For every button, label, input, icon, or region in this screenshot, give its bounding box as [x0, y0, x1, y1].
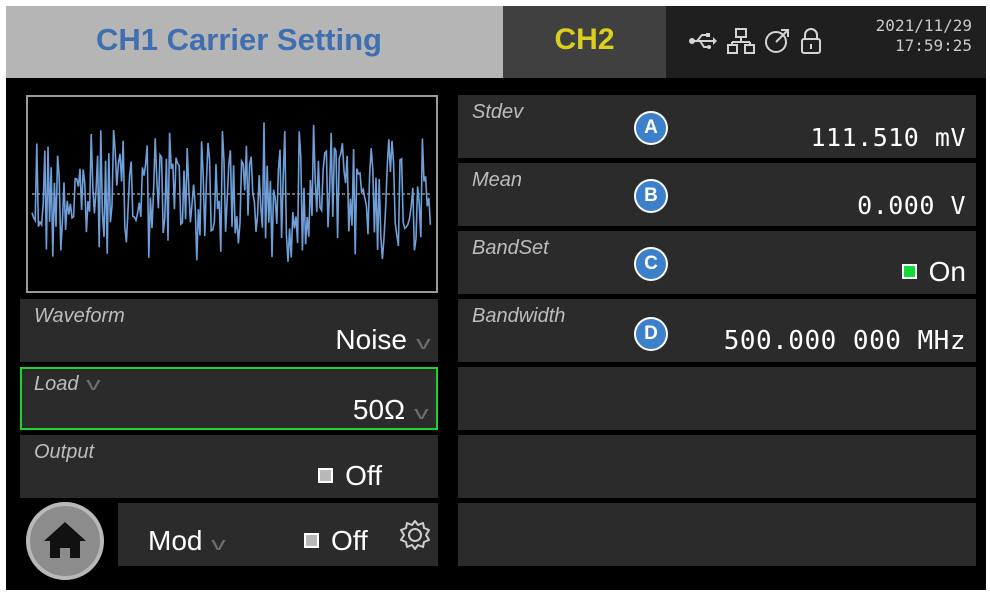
- badge-a: A: [634, 111, 668, 145]
- mod-selector[interactable]: Mod v: [148, 525, 227, 557]
- output-label: Output: [34, 441, 95, 463]
- lock-icon: [796, 26, 826, 56]
- stdev-label: Stdev: [472, 101, 524, 123]
- screen: CH1 Carrier Setting CH2 2021/11/29 17:59…: [6, 6, 986, 590]
- mod-checkbox[interactable]: [304, 533, 319, 549]
- status-bar: 2021/11/29 17:59:25: [666, 6, 986, 78]
- bandset-value-text: On: [928, 256, 966, 287]
- date-text: 2021/11/29: [875, 16, 972, 35]
- load-label: Load: [34, 373, 79, 395]
- stdev-value: 111.510 mV: [810, 123, 966, 152]
- waveform-value-text: Noise: [335, 324, 407, 355]
- waveform-value: Noise v: [335, 324, 431, 356]
- chevron-down-icon: v: [416, 333, 431, 353]
- empty-slot-2: [458, 435, 976, 498]
- noise-trace: [31, 122, 432, 262]
- waveform-preview: [26, 95, 438, 293]
- bandwidth-label: Bandwidth: [472, 305, 566, 327]
- load-selector[interactable]: Load v 50Ω v: [20, 367, 438, 430]
- badge-d: D: [634, 317, 668, 351]
- tab-ch2[interactable]: CH2: [503, 6, 666, 78]
- bandset-toggle[interactable]: BandSet C On: [458, 231, 976, 294]
- bandset-value: On: [901, 256, 966, 288]
- home-icon: [44, 522, 86, 558]
- network-icon: [726, 26, 756, 56]
- bandwidth-value: 500.000 000 MHz: [723, 326, 966, 356]
- bandwidth-field[interactable]: Bandwidth D 500.000 000 MHz: [458, 299, 976, 362]
- gear-icon[interactable]: [398, 518, 432, 560]
- load-value: 50Ω v: [352, 394, 429, 426]
- noise-waveform: [31, 122, 432, 262]
- stdev-field[interactable]: Stdev A 111.510 mV: [458, 95, 976, 158]
- mean-value: 0.000 V: [857, 191, 966, 220]
- output-value: Off: [318, 460, 382, 492]
- chevron-down-icon: v: [85, 374, 101, 394]
- waveform-label: Waveform: [34, 305, 125, 327]
- badge-c: C: [634, 247, 668, 281]
- mean-field[interactable]: Mean B 0.000 V: [458, 163, 976, 226]
- output-toggle[interactable]: Output Off: [20, 435, 438, 498]
- output-value-text: Off: [345, 460, 382, 491]
- page-title: CH1 Carrier Setting: [96, 22, 382, 57]
- waveform-selector[interactable]: Waveform Noise v: [20, 299, 438, 362]
- load-label-wrap: Load v: [34, 373, 101, 396]
- time-text: 17:59:25: [894, 36, 972, 55]
- badge-b: B: [634, 179, 668, 213]
- chevron-down-icon: v: [414, 403, 429, 423]
- carrier-setting-header: CH1 Carrier Setting: [6, 6, 503, 78]
- empty-slot-3: [458, 503, 976, 566]
- ch2-label: CH2: [554, 23, 615, 56]
- datetime: 2021/11/29 17:59:25: [876, 16, 972, 56]
- mod-value-text: Off: [331, 525, 368, 556]
- home-button[interactable]: [26, 502, 104, 580]
- bandset-checkbox[interactable]: [901, 264, 917, 280]
- mod-label: Mod: [148, 525, 203, 556]
- load-value-text: 50Ω: [352, 394, 405, 425]
- mod-panel[interactable]: Mod v Off: [118, 503, 438, 566]
- mean-label: Mean: [472, 169, 523, 191]
- bandset-label: BandSet: [472, 237, 549, 259]
- external-clock-icon: [762, 26, 792, 56]
- chevron-down-icon: v: [211, 534, 227, 554]
- mod-toggle[interactable]: Off: [304, 525, 368, 557]
- output-checkbox[interactable]: [318, 468, 334, 484]
- empty-slot-1: [458, 367, 976, 430]
- usb-icon: [688, 26, 718, 56]
